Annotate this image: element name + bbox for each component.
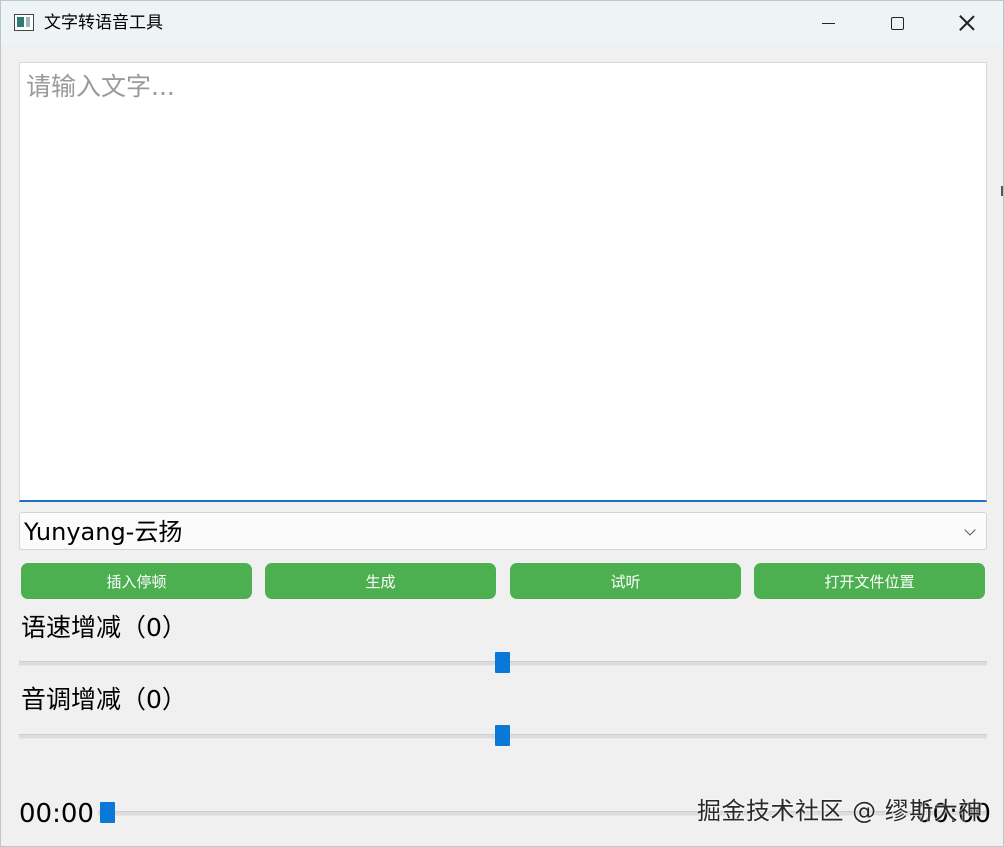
preview-button[interactable]: 试听 (510, 563, 741, 599)
pitch-slider[interactable] (19, 724, 987, 748)
current-time: 00:00 (19, 799, 94, 829)
close-icon (959, 15, 975, 31)
text-input-area[interactable] (19, 62, 987, 502)
chevron-down-icon (964, 524, 976, 536)
close-button[interactable] (932, 1, 1002, 45)
pitch-label: 音调增减（0） (21, 685, 187, 714)
insert-pause-button[interactable]: 插入停顿 (21, 563, 252, 599)
open-file-location-button[interactable]: 打开文件位置 (754, 563, 985, 599)
generate-button[interactable]: 生成 (265, 563, 496, 599)
window-title: 文字转语音工具 (44, 13, 163, 33)
maximize-icon (890, 16, 904, 30)
speed-slider-handle[interactable] (495, 652, 510, 673)
app-icon-bar (26, 17, 30, 27)
voice-select[interactable]: Yunyang-云扬 (19, 512, 987, 550)
app-window: 文字转语音工具 Yunyang-云扬 插入停顿 生成 试听 打开文件位置 语速增… (0, 0, 1004, 847)
app-icon (14, 14, 34, 31)
watermark: 掘金技术社区 @ 缪斯大神 (697, 797, 983, 825)
playback-progress-handle[interactable] (100, 802, 115, 823)
pitch-slider-handle[interactable] (495, 725, 510, 746)
speed-slider[interactable] (19, 651, 987, 675)
minimize-button[interactable] (793, 1, 863, 45)
title-bar[interactable]: 文字转语音工具 (1, 1, 1003, 45)
speed-label: 语速增减（0） (21, 613, 187, 642)
minimize-icon (821, 22, 835, 24)
maximize-button[interactable] (862, 1, 932, 45)
app-icon-fill (17, 17, 24, 27)
edge-artifact (1001, 186, 1003, 196)
voice-select-value: Yunyang-云扬 (24, 518, 183, 546)
